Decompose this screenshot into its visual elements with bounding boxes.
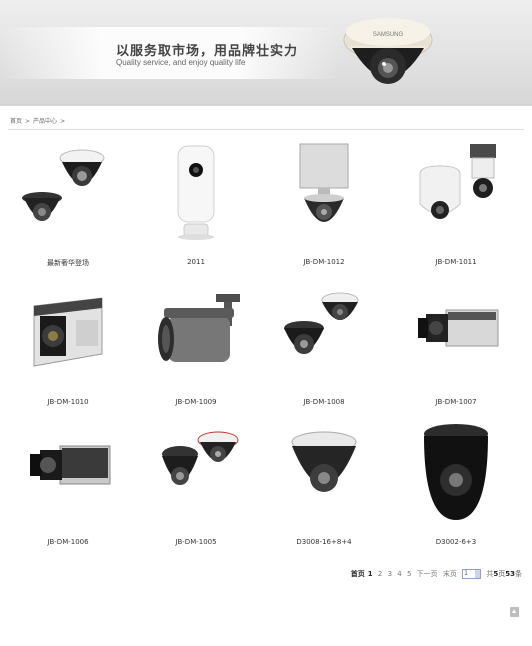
box-camera-icon[interactable] xyxy=(18,280,118,384)
product-item[interactable]: 2011 xyxy=(132,140,260,280)
breadcrumb-sep: > xyxy=(25,118,31,125)
product-label[interactable]: JB-DM-1011 xyxy=(392,258,520,266)
banner-camera-brand: SAMSUNG xyxy=(373,32,404,38)
product-label[interactable]: JB-DM-1010 xyxy=(4,398,132,406)
product-label[interactable]: JB-DM-1008 xyxy=(260,398,388,406)
breadcrumb: 首页 > 产品中心 > xyxy=(10,116,68,125)
product-item[interactable]: JB-DM-1009 xyxy=(132,280,260,420)
product-label[interactable]: JB-DM-1005 xyxy=(132,538,260,546)
pager-next[interactable]: 下一页 xyxy=(417,570,438,578)
pager-home[interactable]: 首页 xyxy=(351,570,365,578)
bullet-camera-icon[interactable] xyxy=(142,280,250,384)
pagination: 首页 1 2 3 4 5 下一页 末页 1 共5页53条 xyxy=(348,569,522,579)
header-banner: 以服务取市场，用品牌壮实力 Quality service, and enjoy… xyxy=(0,0,532,106)
breadcrumb-current[interactable]: 产品中心 xyxy=(33,118,57,125)
box-camera-icon[interactable] xyxy=(18,420,118,524)
banner-dome-camera-icon: SAMSUNG xyxy=(343,18,433,84)
pager-select[interactable]: 1 xyxy=(462,569,482,579)
product-label[interactable]: JB-DM-1012 xyxy=(260,258,388,266)
product-label[interactable]: JB-DM-1006 xyxy=(4,538,132,546)
divider xyxy=(8,129,524,130)
product-item[interactable]: JB-DM-1011 xyxy=(392,140,520,280)
back-to-top-icon[interactable] xyxy=(510,607,519,617)
breadcrumb-sep: > xyxy=(60,118,66,125)
dome-camera-icon[interactable] xyxy=(274,420,374,524)
dual-dome-camera-icon[interactable] xyxy=(18,140,118,244)
product-item[interactable]: JB-DM-1007 xyxy=(392,280,520,420)
product-item[interactable]: 最新奢华登场 xyxy=(4,140,132,280)
pager-last[interactable]: 末页 xyxy=(443,570,457,578)
breadcrumb-home[interactable]: 首页 xyxy=(10,118,22,125)
box-camera-icon[interactable] xyxy=(406,280,506,384)
product-label[interactable]: JB-DM-1007 xyxy=(392,398,520,406)
product-label[interactable]: 2011 xyxy=(132,258,260,266)
product-item[interactable]: D3002-6+3 xyxy=(392,420,520,560)
pager-page-1: 1 xyxy=(367,570,373,578)
pager-page-4[interactable]: 4 xyxy=(397,570,401,578)
product-label[interactable]: 最新奢华登场 xyxy=(4,258,132,268)
product-item[interactable]: JB-DM-1006 xyxy=(4,420,132,560)
product-label[interactable]: JB-DM-1009 xyxy=(132,398,260,406)
dome-camera-icon[interactable] xyxy=(406,420,506,524)
product-label[interactable]: D3002-6+3 xyxy=(392,538,520,546)
dual-dome-camera-icon[interactable] xyxy=(274,280,374,384)
dual-dome-camera-icon[interactable] xyxy=(146,420,246,524)
white-home-camera-icon[interactable] xyxy=(146,140,246,244)
pager-page-3[interactable]: 3 xyxy=(388,570,392,578)
banner-slogan-cn: 以服务取市场，用品牌壮实力 xyxy=(116,44,299,59)
pager-page-2[interactable]: 2 xyxy=(378,570,382,578)
product-label[interactable]: D3008-16+8+4 xyxy=(260,538,388,546)
housing-dome-camera-icon[interactable] xyxy=(274,140,374,244)
product-item[interactable]: JB-DM-1005 xyxy=(132,420,260,560)
pager-page-5[interactable]: 5 xyxy=(407,570,411,578)
banner-slogan-en: Quality service, and enjoy quality life xyxy=(116,58,246,67)
product-item[interactable]: D3008-16+8+4 xyxy=(260,420,388,560)
product-item[interactable]: JB-DM-1012 xyxy=(260,140,388,280)
pager-items-suffix: 条 xyxy=(515,570,522,578)
pager-total-items: 53 xyxy=(505,570,515,578)
product-item[interactable]: JB-DM-1008 xyxy=(260,280,388,420)
product-item[interactable]: JB-DM-1010 xyxy=(4,280,132,420)
white-ptz-camera-icon[interactable] xyxy=(406,140,506,244)
